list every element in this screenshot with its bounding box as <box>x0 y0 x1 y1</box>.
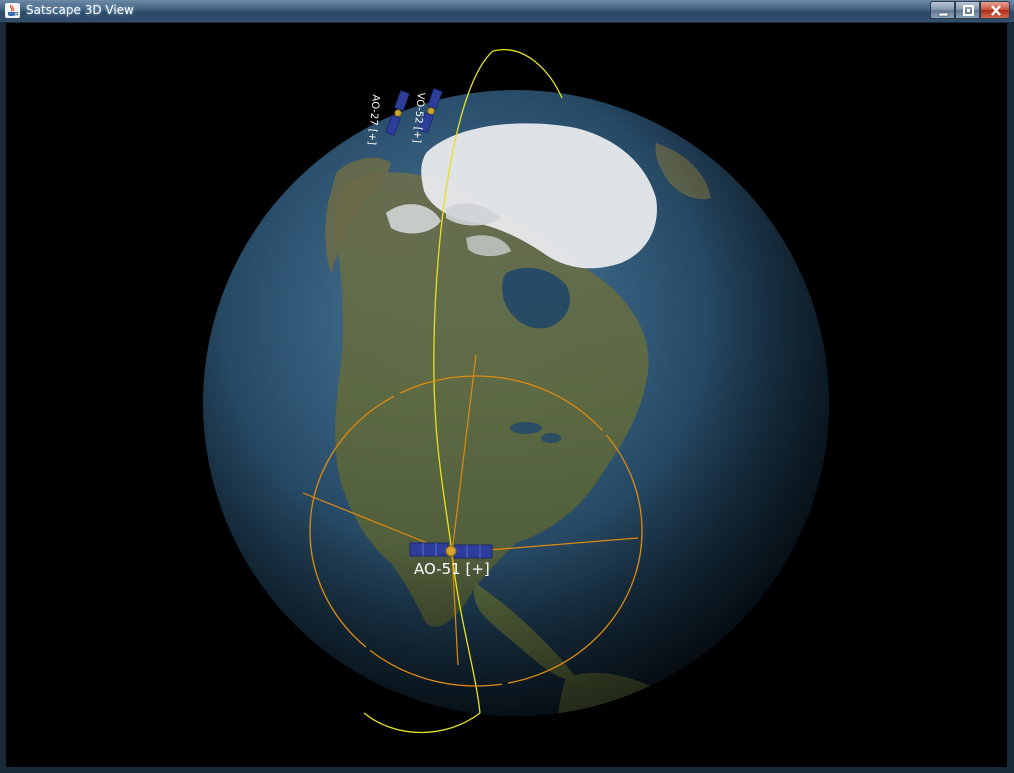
restore-icon <box>963 5 974 16</box>
title-bar[interactable]: Satscape 3D View <box>0 0 1014 23</box>
window-title: Satscape 3D View <box>26 3 134 17</box>
satellite-label-ao51[interactable]: AO-51 [+] <box>414 560 490 578</box>
3d-viewport[interactable]: AO-51 [+] VO-52 [+] AO-27 [+] <box>6 23 1007 767</box>
java-cup-icon <box>5 3 20 18</box>
globe-scene[interactable] <box>6 23 1007 767</box>
restore-button[interactable] <box>955 1 980 19</box>
satscape-window: Satscape 3D View AO-51 [+] VO-52 [+] AO-… <box>0 0 1014 773</box>
minimize-icon <box>938 12 949 17</box>
minimize-button[interactable] <box>930 1 955 19</box>
close-icon <box>991 5 1001 16</box>
orbit-path-bottom <box>363 712 481 734</box>
close-button[interactable] <box>980 1 1010 19</box>
